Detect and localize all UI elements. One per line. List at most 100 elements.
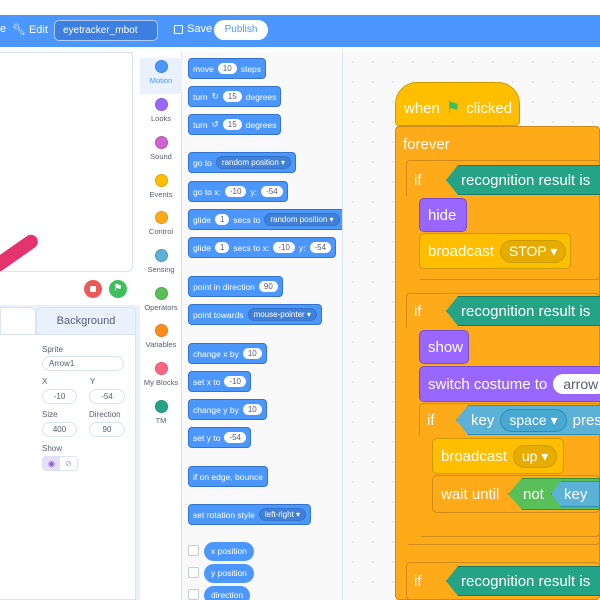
y-position-checkbox[interactable] [188, 567, 199, 578]
category-looks[interactable]: Looks [140, 96, 182, 132]
turn-left-block[interactable]: turn ↺ 15 degrees [188, 114, 282, 135]
go-to-block[interactable]: go to random position ▾ [188, 152, 297, 173]
block-text: broadcast [441, 447, 507, 465]
arrow-sprite[interactable] [0, 232, 41, 271]
y-input[interactable]: -54 [261, 186, 283, 197]
edit-label: Edit [28, 23, 48, 36]
rotation-dropdown[interactable]: left-right ▾ [258, 508, 307, 521]
x-position-reporter[interactable]: x position [204, 542, 254, 561]
stop-button[interactable] [84, 280, 102, 298]
block-text: recognition result is [461, 572, 591, 590]
when-flag-clicked-block[interactable]: when ⚑ clicked [395, 82, 520, 126]
secs-input[interactable]: 1 [214, 214, 230, 225]
category-variables[interactable]: Variables [140, 322, 182, 358]
y-input[interactable]: -54 [89, 389, 125, 404]
point-in-direction-block[interactable]: point in direction 90 [188, 276, 283, 297]
secs-input[interactable]: 1 [214, 242, 230, 253]
hide-eye-icon[interactable]: ⊘ [60, 457, 77, 470]
block-text: if [414, 171, 422, 189]
category-sound[interactable]: Sound [140, 134, 182, 170]
target-dropdown[interactable]: mouse-pointer ▾ [247, 308, 317, 321]
category-control[interactable]: Control [140, 209, 182, 245]
sprite-name-input[interactable]: Arrow1 [42, 356, 124, 371]
steps-input[interactable]: 10 [217, 63, 237, 74]
x-input[interactable]: -10 [42, 389, 77, 404]
broadcast-stop-block[interactable]: broadcast STOP ▾ [419, 233, 571, 269]
direction-input[interactable]: 90 [258, 281, 278, 292]
recognition-result-1[interactable]: recognition result is [446, 165, 600, 195]
category-operators[interactable]: Operators [140, 285, 182, 321]
value-input[interactable]: -54 [224, 432, 246, 443]
target-dropdown[interactable]: random position ▾ [264, 213, 340, 226]
y-position-reporter[interactable]: y position [204, 564, 254, 583]
category-tm[interactable]: TM [140, 398, 182, 434]
value-input[interactable]: 10 [242, 348, 262, 359]
message-dropdown[interactable]: STOP ▾ [499, 239, 567, 263]
category-my-blocks[interactable]: My Blocks [140, 360, 182, 396]
block-text: go to [193, 157, 212, 168]
show-block[interactable]: show [419, 330, 469, 364]
block-text: change y by [193, 404, 239, 415]
value-input[interactable]: 10 [242, 404, 262, 415]
size-input[interactable]: 400 [42, 422, 77, 437]
recognition-result-2[interactable]: recognition result is [446, 296, 600, 326]
control-dot-icon [154, 211, 168, 224]
change-y-block[interactable]: change y by 10 [188, 399, 267, 420]
value-input[interactable]: -10 [224, 376, 246, 387]
bounce-block[interactable]: if on edge, bounce [188, 466, 268, 487]
broadcast-up-block[interactable]: broadcast up ▾ [432, 438, 564, 474]
move-steps-block[interactable]: move 10 steps [188, 58, 267, 79]
x-input[interactable]: -10 [224, 186, 247, 197]
block-text: if [414, 572, 422, 590]
glide-random-block[interactable]: glide 1 secs to random position ▾ [188, 209, 345, 230]
category-motion[interactable]: Motion [140, 58, 182, 94]
recognition-result-3[interactable]: recognition result is [446, 566, 600, 596]
x-input[interactable]: -10 [273, 242, 295, 253]
menu-item-partial[interactable]: e [0, 23, 6, 35]
edit-menu[interactable]: 🔧︎ Edit [12, 23, 48, 37]
tab-sprite[interactable] [0, 307, 36, 335]
set-y-block[interactable]: set y to -54 [188, 427, 251, 448]
hide-block[interactable]: hide [419, 198, 467, 232]
switch-costume-block[interactable]: switch costume to arrow [419, 366, 600, 402]
rotate-left-icon: ↺ [211, 119, 219, 129]
direction-input[interactable]: 90 [89, 422, 125, 437]
go-to-xy-block[interactable]: go to x: -10 y: -54 [188, 181, 288, 202]
direction-reporter[interactable]: direction [204, 586, 251, 600]
block-text: switch costume to [428, 375, 548, 393]
costume-dropdown[interactable]: arrow [553, 374, 600, 394]
project-title-input[interactable]: eyetracker_mbot [54, 20, 158, 41]
block-text: y: [250, 186, 258, 197]
rotation-style-block[interactable]: set rotation style left-right ▾ [188, 504, 312, 525]
key-pressed-nested-block[interactable]: key [551, 481, 600, 507]
tab-background[interactable]: Background [36, 307, 136, 335]
turn-right-block[interactable]: turn ↻ 15 degrees [188, 86, 282, 107]
menu-bar: e 🔧︎ Edit eyetracker_mbot Save Publish [0, 15, 600, 47]
key-dropdown[interactable]: space ▾ [500, 408, 567, 432]
set-x-block[interactable]: set x to -10 [188, 371, 251, 392]
point-towards-block[interactable]: point towards mouse-pointer ▾ [188, 304, 322, 325]
category-events[interactable]: Events [140, 172, 182, 208]
green-flag-button[interactable]: ⚑ [109, 280, 127, 298]
show-eye-icon[interactable]: ◉ [43, 457, 60, 470]
x-label: X [42, 377, 48, 386]
direction-checkbox[interactable] [188, 589, 199, 600]
stage[interactable] [0, 52, 133, 272]
key-pressed-block[interactable]: key space ▾ pres [456, 405, 600, 435]
x-position-checkbox[interactable] [188, 545, 199, 556]
publish-button[interactable]: Publish [214, 20, 268, 40]
block-text: move [193, 63, 214, 74]
block-text: point towards [193, 309, 244, 320]
save-button[interactable]: Save [174, 23, 212, 35]
glide-xy-block[interactable]: glide 1 secs to x: -10 y: -54 [188, 237, 337, 258]
block-text: point in direction [193, 281, 255, 292]
degrees-input[interactable]: 15 [222, 91, 242, 102]
degrees-input[interactable]: 15 [222, 119, 242, 130]
y-input[interactable]: -54 [309, 242, 332, 253]
target-dropdown[interactable]: random position ▾ [215, 156, 292, 169]
category-sensing[interactable]: Sensing [140, 247, 182, 283]
size-label: Size [42, 410, 58, 419]
message-dropdown[interactable]: up ▾ [512, 444, 558, 468]
if-arm [406, 196, 420, 280]
change-x-block[interactable]: change x by 10 [188, 343, 267, 364]
